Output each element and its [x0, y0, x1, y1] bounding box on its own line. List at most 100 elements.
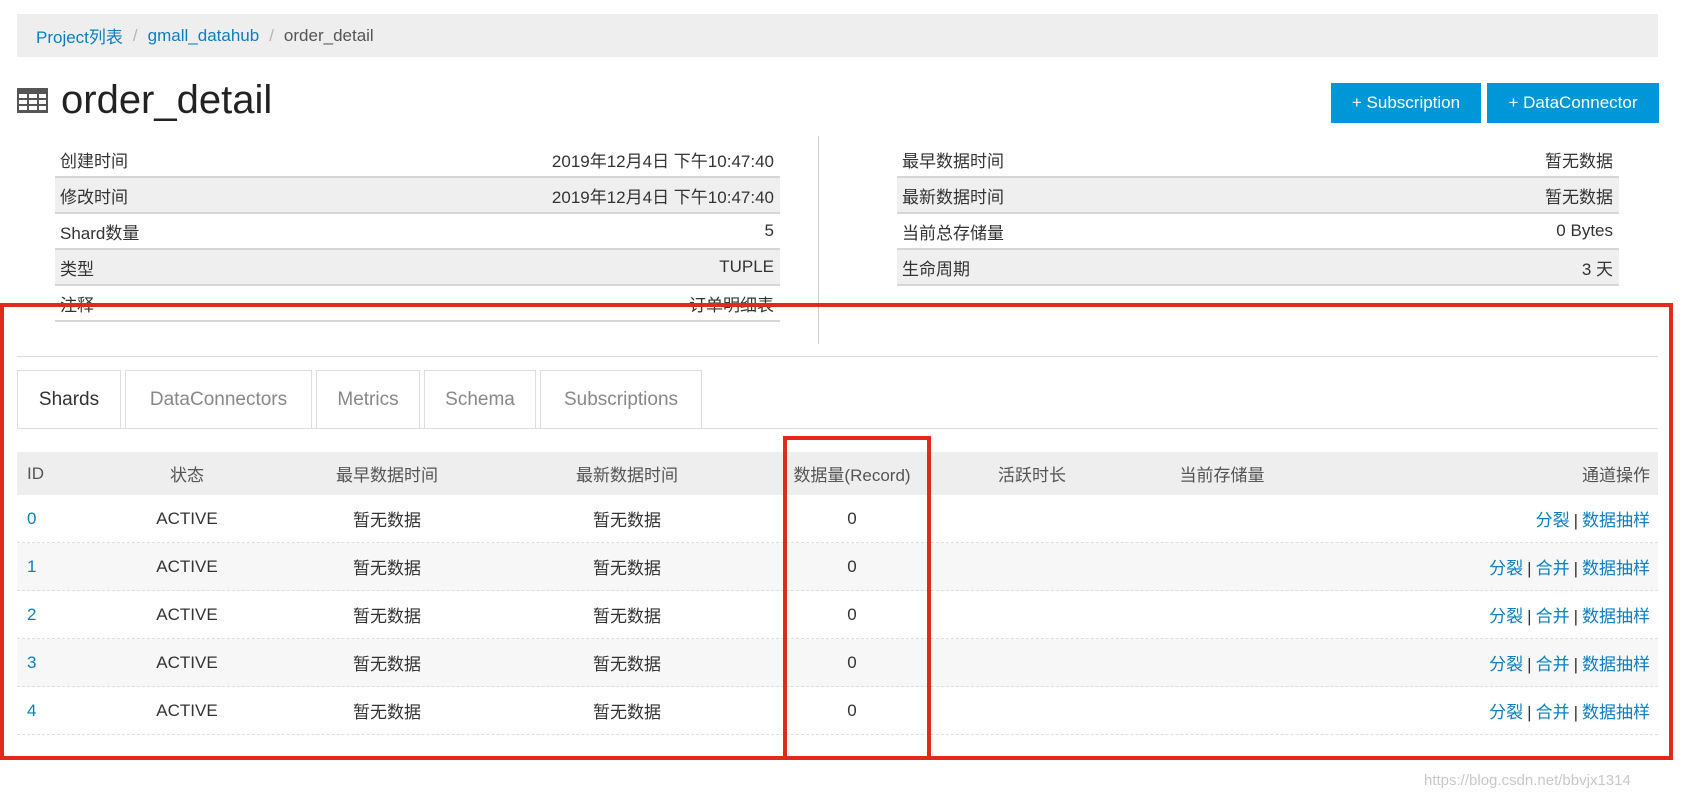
info-label: 创建时间	[60, 151, 128, 171]
table-row: 0 ACTIVE 暂无数据 暂无数据 0 分裂 | 数据抽样	[17, 495, 1658, 543]
column-header-records[interactable]: 数据量(Record)	[767, 461, 937, 486]
shard-id-link[interactable]: 4	[17, 701, 107, 721]
info-row-created: 创建时间 2019年12月4日 下午10:47:40	[55, 142, 780, 178]
info-label: 当前总存储量	[902, 223, 1004, 243]
info-label: 生命周期	[902, 259, 970, 279]
split-link[interactable]: 分裂	[1489, 703, 1523, 722]
shard-latest: 暂无数据	[593, 511, 661, 530]
info-label: 最新数据时间	[902, 187, 1004, 207]
split-link[interactable]: 分裂	[1536, 511, 1570, 530]
shard-latest: 暂无数据	[593, 655, 661, 674]
sample-link[interactable]: 数据抽样	[1582, 703, 1650, 722]
info-value: 暂无数据	[1545, 151, 1613, 171]
shard-earliest: 暂无数据	[353, 511, 421, 530]
info-row-type: 类型 TUPLE	[55, 250, 780, 286]
sample-link[interactable]: 数据抽样	[1582, 607, 1650, 626]
ops-separator: |	[1573, 607, 1578, 626]
column-header-active-time[interactable]: 活跃时长	[937, 461, 1127, 486]
shard-earliest: 暂无数据	[353, 703, 421, 722]
shard-earliest: 暂无数据	[353, 655, 421, 674]
breadcrumb-project-list[interactable]: Project列表	[36, 23, 123, 48]
info-divider	[818, 136, 819, 344]
info-label: Shard数量	[60, 223, 140, 243]
tab-shards[interactable]: Shards	[17, 370, 121, 428]
info-value: 2019年12月4日 下午10:47:40	[551, 187, 774, 207]
info-row-latest: 最新数据时间 暂无数据	[897, 178, 1619, 214]
info-value: TUPLE	[719, 257, 774, 276]
column-header-operations: 通道操作	[1582, 466, 1650, 485]
shard-operations: 分裂 | 合并 | 数据抽样	[1317, 650, 1658, 675]
shard-operations: 分裂 | 合并 | 数据抽样	[1317, 602, 1658, 627]
merge-link[interactable]: 合并	[1536, 607, 1570, 626]
info-row-earliest: 最早数据时间 暂无数据	[897, 142, 1619, 178]
ops-separator: |	[1527, 655, 1532, 674]
table-header: ID 状态 最早数据时间 最新数据时间 数据量(Record) 活跃时长 当前存…	[17, 452, 1658, 495]
table-row: 1 ACTIVE 暂无数据 暂无数据 0 分裂 | 合并 | 数据抽样	[17, 543, 1658, 591]
breadcrumb-project[interactable]: gmall_datahub	[148, 26, 260, 46]
table-row: 2 ACTIVE 暂无数据 暂无数据 0 分裂 | 合并 | 数据抽样	[17, 591, 1658, 639]
ops-separator: |	[1573, 703, 1578, 722]
shard-latest: 暂无数据	[593, 607, 661, 626]
shard-records: 0	[847, 604, 857, 624]
info-value: 2019年12月4日 下午10:47:40	[551, 151, 774, 171]
page-header: order_detail	[17, 78, 272, 123]
column-header-state[interactable]: 状态	[107, 461, 267, 486]
breadcrumb-separator: /	[132, 25, 138, 45]
info-row-comment: 注释 订单明细表	[55, 286, 780, 322]
shard-records: 0	[847, 556, 857, 576]
shard-latest: 暂无数据	[593, 703, 661, 722]
column-header-earliest[interactable]: 最早数据时间	[267, 461, 507, 486]
tab-metrics[interactable]: Metrics	[316, 370, 420, 428]
column-header-storage[interactable]: 当前存储量	[1127, 461, 1317, 486]
detail-tabs: Shards DataConnectors Metrics Schema Sub…	[17, 370, 706, 428]
sample-link[interactable]: 数据抽样	[1582, 559, 1650, 578]
table-row: 3 ACTIVE 暂无数据 暂无数据 0 分裂 | 合并 | 数据抽样	[17, 639, 1658, 687]
sample-link[interactable]: 数据抽样	[1582, 511, 1650, 530]
info-value: 5	[764, 221, 774, 240]
info-value: 0 Bytes	[1556, 221, 1613, 240]
shard-state: ACTIVE	[156, 508, 218, 528]
info-row-modified: 修改时间 2019年12月4日 下午10:47:40	[55, 178, 780, 214]
ops-separator: |	[1573, 559, 1578, 578]
watermark: https://blog.csdn.net/bbvjx1314	[1424, 772, 1631, 789]
shard-records: 0	[847, 700, 857, 720]
add-subscription-button[interactable]: + Subscription	[1331, 83, 1481, 123]
shard-id-link[interactable]: 3	[17, 653, 107, 673]
info-row-shard-count: Shard数量 5	[55, 214, 780, 250]
breadcrumb: Project列表 / gmall_datahub / order_detail	[17, 14, 1658, 57]
merge-link[interactable]: 合并	[1536, 559, 1570, 578]
info-value: 3 天	[1581, 259, 1613, 279]
info-label: 类型	[60, 259, 94, 279]
shard-latest: 暂无数据	[593, 559, 661, 578]
shard-id-link[interactable]: 2	[17, 605, 107, 625]
ops-separator: |	[1527, 607, 1532, 626]
info-value: 订单明细表	[689, 295, 774, 315]
topic-info-right: 最早数据时间 暂无数据 最新数据时间 暂无数据 当前总存储量 0 Bytes 生…	[897, 142, 1619, 286]
breadcrumb-current: order_detail	[283, 25, 374, 45]
shard-state: ACTIVE	[156, 652, 218, 672]
ops-separator: |	[1527, 559, 1532, 578]
merge-link[interactable]: 合并	[1536, 655, 1570, 674]
tab-dataconnectors[interactable]: DataConnectors	[125, 370, 312, 428]
shard-records: 0	[847, 508, 857, 528]
tab-subscriptions[interactable]: Subscriptions	[540, 370, 702, 428]
shard-operations: 分裂 | 数据抽样	[1317, 506, 1658, 531]
split-link[interactable]: 分裂	[1489, 559, 1523, 578]
shard-operations: 分裂 | 合并 | 数据抽样	[1317, 698, 1658, 723]
info-row-lifecycle: 生命周期 3 天	[897, 250, 1619, 286]
ops-separator: |	[1573, 511, 1578, 530]
info-row-storage: 当前总存储量 0 Bytes	[897, 214, 1619, 250]
column-header-latest[interactable]: 最新数据时间	[507, 461, 747, 486]
column-header-id[interactable]: ID	[17, 464, 107, 484]
shard-state: ACTIVE	[156, 556, 218, 576]
table-row: 4 ACTIVE 暂无数据 暂无数据 0 分裂 | 合并 | 数据抽样	[17, 687, 1658, 735]
sample-link[interactable]: 数据抽样	[1582, 655, 1650, 674]
add-dataconnector-button[interactable]: + DataConnector	[1487, 83, 1659, 123]
shard-id-link[interactable]: 0	[17, 509, 107, 529]
info-label: 修改时间	[60, 187, 128, 207]
merge-link[interactable]: 合并	[1536, 703, 1570, 722]
shard-id-link[interactable]: 1	[17, 557, 107, 577]
split-link[interactable]: 分裂	[1489, 655, 1523, 674]
tab-schema[interactable]: Schema	[424, 370, 536, 428]
split-link[interactable]: 分裂	[1489, 607, 1523, 626]
